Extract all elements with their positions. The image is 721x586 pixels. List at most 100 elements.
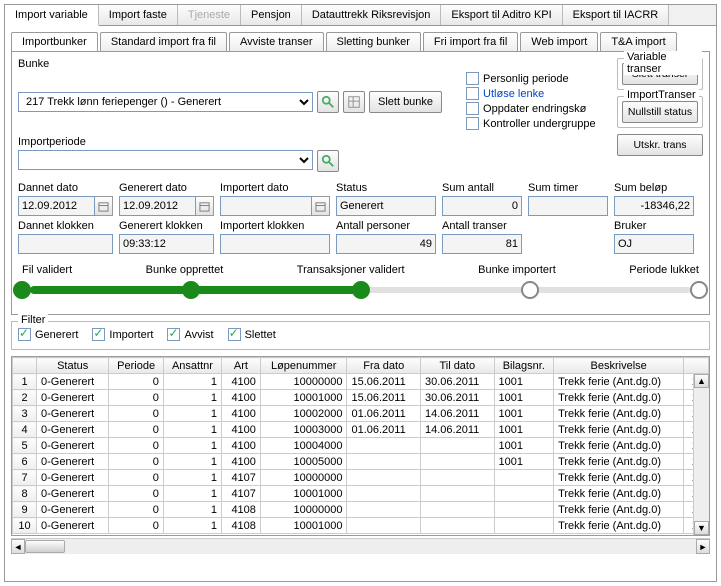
field-label: Sum beløp xyxy=(614,182,694,194)
oppdater-endringsko-checkbox[interactable] xyxy=(466,102,479,115)
inner-tab-avviste-transer[interactable]: Avviste transer xyxy=(229,32,324,51)
table-row[interactable]: 60-Generert014100100050001001Trekk ferie… xyxy=(13,454,709,470)
inner-tabs: ImportbunkerStandard import fra filAvvis… xyxy=(11,32,710,51)
input-antall-transer[interactable] xyxy=(442,234,522,254)
top-tabs: Import variableImport fasteTjenestePensj… xyxy=(5,5,716,26)
importperiode-label: Importperiode xyxy=(18,136,618,148)
input-bruker[interactable] xyxy=(614,234,694,254)
utlose-lenke-link[interactable]: Utløse lenke xyxy=(483,88,544,100)
col-header[interactable]: Periode xyxy=(109,358,164,374)
input-status[interactable] xyxy=(336,196,436,216)
input-generert-klokken[interactable] xyxy=(119,234,214,254)
filter-label: Generert xyxy=(35,329,78,341)
group-title: Variable transer xyxy=(624,51,702,75)
field-label: Importert dato xyxy=(220,182,330,194)
input-dannet-klokken[interactable] xyxy=(18,234,113,254)
search-bunke-button[interactable] xyxy=(317,91,339,113)
col-header[interactable]: Status xyxy=(37,358,109,374)
input-importert-dato[interactable] xyxy=(220,196,312,216)
bunke-label: Bunke xyxy=(18,58,618,70)
filter-avvist-checkbox[interactable] xyxy=(167,328,180,341)
utskr-trans-button[interactable]: Utskr. trans xyxy=(617,134,703,156)
table-row[interactable]: 70-Generert01410710000000Trekk ferie (An… xyxy=(13,470,709,486)
input-antall-personer[interactable] xyxy=(336,234,436,254)
scroll-up-icon[interactable]: ▲ xyxy=(694,374,709,388)
table-row[interactable]: 100-Generert01410810001000Trekk ferie (A… xyxy=(13,518,709,534)
field-label: Dannet klokken xyxy=(18,220,113,232)
inner-tab-t-a-import[interactable]: T&A import xyxy=(600,32,676,51)
scroll-left-icon[interactable]: ◄ xyxy=(11,539,25,554)
filter-label: Importert xyxy=(109,329,153,341)
bunke-select[interactable]: 217 Trekk lønn feriepenger () - Generert xyxy=(18,92,313,112)
top-tab-eksport-til-iacrr[interactable]: Eksport til IACRR xyxy=(563,5,670,25)
personlig-periode-checkbox[interactable] xyxy=(466,72,479,85)
progress-label: Periode lukket xyxy=(629,264,699,276)
inner-tab-web-import[interactable]: Web import xyxy=(520,32,598,51)
slett-bunke-button[interactable]: Slett bunke xyxy=(369,91,442,113)
grid-icon-button[interactable] xyxy=(343,91,365,113)
filter-label: Avvist xyxy=(184,329,213,341)
field-label: Generert klokken xyxy=(119,220,214,232)
progress-node xyxy=(352,281,370,299)
col-header[interactable]: Art xyxy=(221,358,260,374)
inner-tab-standard-import-fra-fil[interactable]: Standard import fra fil xyxy=(100,32,227,51)
import-transer-group: ImportTranser Nullstill status xyxy=(617,96,703,128)
progress-label: Transaksjoner validert xyxy=(297,264,405,276)
table-row[interactable]: 80-Generert01410710001000Trekk ferie (An… xyxy=(13,486,709,502)
field-label: Status xyxy=(336,182,436,194)
top-tab-import-variable[interactable]: Import variable xyxy=(5,5,99,26)
inner-tab-importbunker[interactable]: Importbunker xyxy=(11,32,98,51)
top-tab-import-faste[interactable]: Import faste xyxy=(99,5,178,25)
field-label: Dannet dato xyxy=(18,182,113,194)
search-periode-button[interactable] xyxy=(317,150,339,172)
utlose-lenke-checkbox[interactable] xyxy=(466,87,479,100)
horizontal-scrollbar[interactable]: ◄ ► xyxy=(11,538,710,554)
input-generert-dato[interactable] xyxy=(119,196,196,216)
col-header[interactable]: Beskrivelse xyxy=(554,358,684,374)
progress-node xyxy=(521,281,539,299)
input-sum-antall[interactable] xyxy=(442,196,522,216)
calendar-icon[interactable] xyxy=(95,196,113,216)
progress-node xyxy=(13,281,31,299)
col-header[interactable] xyxy=(684,358,709,374)
col-header[interactable]: Løpenummer xyxy=(260,358,347,374)
kontroller-undergruppe-checkbox[interactable] xyxy=(466,117,479,130)
nullstill-status-button[interactable]: Nullstill status xyxy=(622,101,698,123)
filter-importert-checkbox[interactable] xyxy=(92,328,105,341)
chk-label: Oppdater endringskø xyxy=(483,103,586,115)
col-header[interactable]: Bilagsnr. xyxy=(494,358,554,374)
field-label: Bruker xyxy=(614,220,694,232)
table-row[interactable]: 30-Generert0141001000200001.06.201114.06… xyxy=(13,406,709,422)
filter-slettet-checkbox[interactable] xyxy=(228,328,241,341)
input-sum-beløp[interactable] xyxy=(614,196,694,216)
top-tab-eksport-til-aditro-kpi[interactable]: Eksport til Aditro KPI xyxy=(441,5,562,25)
col-header[interactable] xyxy=(13,358,37,374)
progress-node xyxy=(182,281,200,299)
scroll-right-icon[interactable]: ► xyxy=(696,539,710,554)
calendar-icon[interactable] xyxy=(312,196,330,216)
col-header[interactable]: Til dato xyxy=(421,358,495,374)
inner-tab-sletting-bunker[interactable]: Sletting bunker xyxy=(326,32,421,51)
vertical-scrollbar[interactable]: ▲ ▼ xyxy=(693,374,709,535)
progress-label: Bunke importert xyxy=(478,264,556,276)
col-header[interactable]: Ansattnr xyxy=(163,358,221,374)
table-row[interactable]: 20-Generert0141001000100015.06.201130.06… xyxy=(13,390,709,406)
scroll-down-icon[interactable]: ▼ xyxy=(694,521,709,535)
top-tab-tjeneste[interactable]: Tjeneste xyxy=(178,5,241,25)
calendar-icon[interactable] xyxy=(196,196,214,216)
importperiode-select[interactable] xyxy=(18,150,313,170)
top-tab-pensjon[interactable]: Pensjon xyxy=(241,5,302,25)
table-row[interactable]: 40-Generert0141001000300001.06.201114.06… xyxy=(13,422,709,438)
table-row[interactable]: 10-Generert0141001000000015.06.201130.06… xyxy=(13,374,709,390)
table-row[interactable]: 90-Generert01410810000000Trekk ferie (An… xyxy=(13,502,709,518)
variable-transer-group: Variable transer Slett transer xyxy=(617,58,703,90)
input-dannet-dato[interactable] xyxy=(18,196,95,216)
table-row[interactable]: 50-Generert014100100040001001Trekk ferie… xyxy=(13,438,709,454)
col-header[interactable]: Fra dato xyxy=(347,358,421,374)
inner-tab-fri-import-fra-fil[interactable]: Fri import fra fil xyxy=(423,32,518,51)
filter-generert-checkbox[interactable] xyxy=(18,328,31,341)
input-sum-timer[interactable] xyxy=(528,196,608,216)
scroll-thumb[interactable] xyxy=(25,540,65,553)
input-importert-klokken[interactable] xyxy=(220,234,330,254)
top-tab-datauttrekk-riksrevisjon[interactable]: Datauttrekk Riksrevisjon xyxy=(302,5,442,25)
